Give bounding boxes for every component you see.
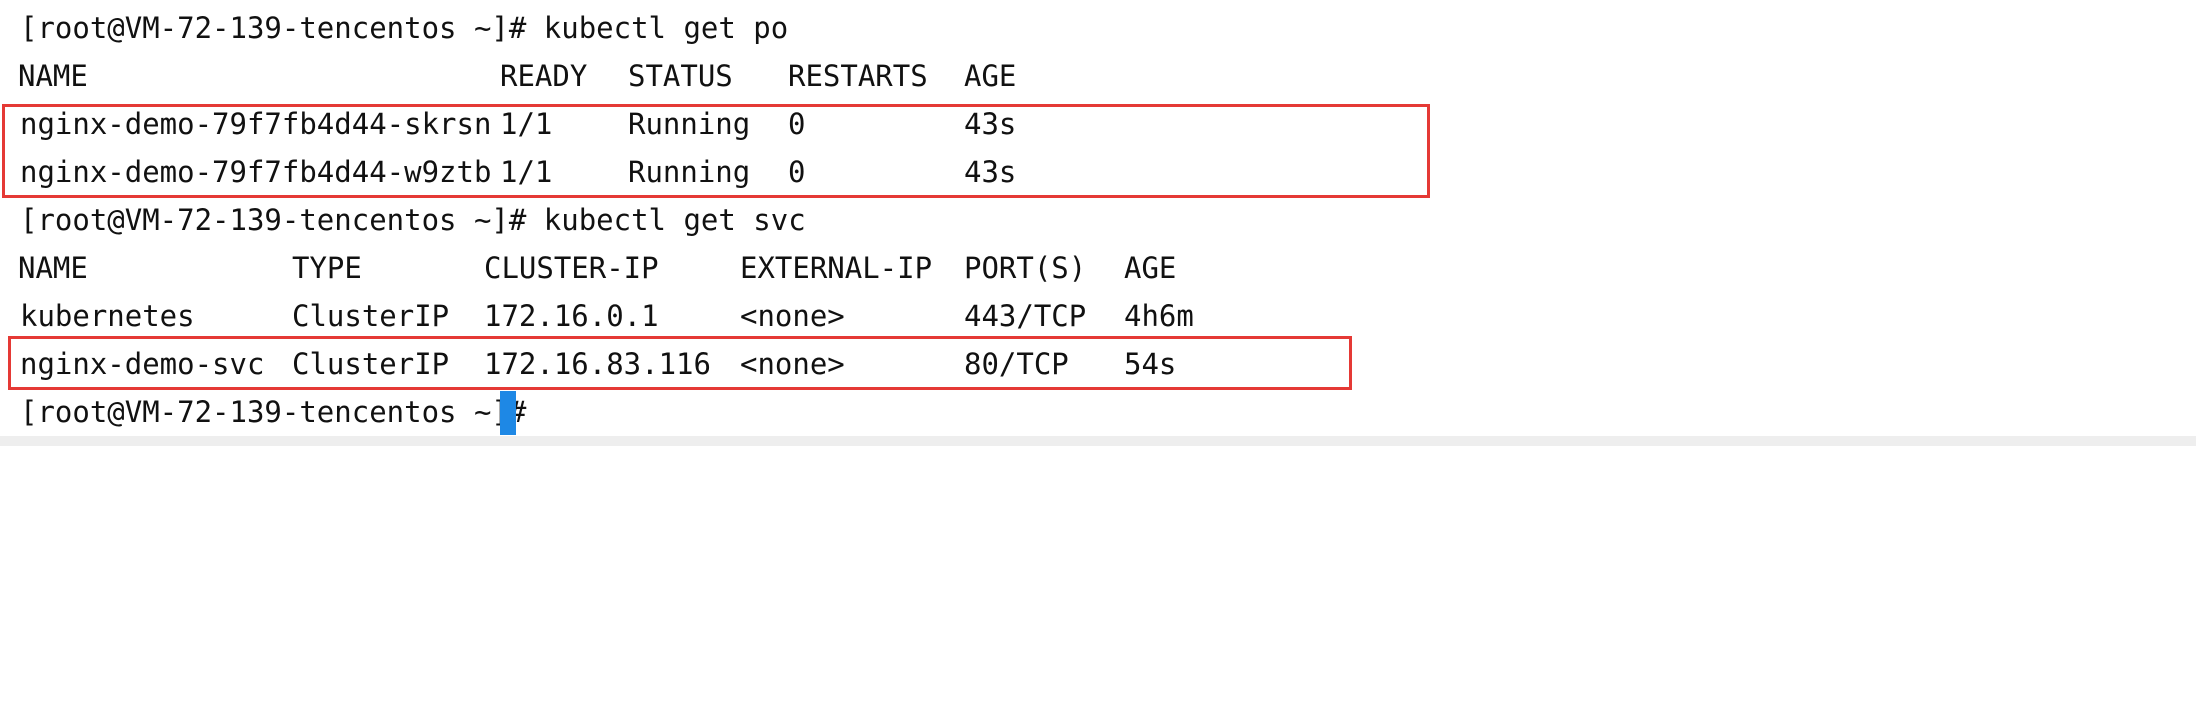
svc-col-age: AGE <box>1124 251 1177 285</box>
svc-highlight-box <box>8 336 1352 390</box>
prompt-text: [root@VM-72-139-tencentos ~]# kubectl ge… <box>20 11 789 45</box>
svc-col-external-ip: EXTERNAL-IP <box>740 251 933 285</box>
terminal-window[interactable]: [root@VM-72-139-tencentos ~]# kubectl ge… <box>0 0 2196 436</box>
svc-ports: 443/TCP <box>964 299 1087 333</box>
pods-header-row: NAME READY STATUS RESTARTS AGE <box>0 52 1016 100</box>
command-line-current[interactable]: [root@VM-72-139-tencentos ~]# <box>0 388 526 436</box>
command-line-get-svc: [root@VM-72-139-tencentos ~]# kubectl ge… <box>0 196 806 244</box>
svc-col-ports: PORT(S) <box>964 251 1087 285</box>
svc-external-ip: <none> <box>740 299 845 333</box>
text-cursor <box>500 391 516 435</box>
pods-col-name: NAME <box>18 59 88 93</box>
svc-name: kubernetes <box>20 299 195 333</box>
svc-cluster-ip: 172.16.0.1 <box>484 299 659 333</box>
bottom-edge <box>0 436 2196 446</box>
svc-col-cluster-ip: CLUSTER-IP <box>484 251 659 285</box>
prompt-text: [root@VM-72-139-tencentos ~]# kubectl ge… <box>20 203 806 237</box>
pods-col-ready: READY <box>500 59 588 93</box>
pods-col-status: STATUS <box>628 59 733 93</box>
pods-col-age: AGE <box>964 59 1017 93</box>
svc-table-row: kubernetes ClusterIP 172.16.0.1 <none> 4… <box>0 292 1194 340</box>
pods-col-restarts: RESTARTS <box>788 59 928 93</box>
svc-header-row: NAME TYPE CLUSTER-IP EXTERNAL-IP PORT(S)… <box>0 244 1176 292</box>
svc-age: 4h6m <box>1124 299 1194 333</box>
pods-highlight-box <box>2 104 1430 198</box>
svc-col-name: NAME <box>18 251 88 285</box>
command-line-get-po: [root@VM-72-139-tencentos ~]# kubectl ge… <box>0 4 788 52</box>
prompt-text: [root@VM-72-139-tencentos ~]# <box>20 395 544 429</box>
svc-col-type: TYPE <box>292 251 362 285</box>
svc-type: ClusterIP <box>292 299 450 333</box>
